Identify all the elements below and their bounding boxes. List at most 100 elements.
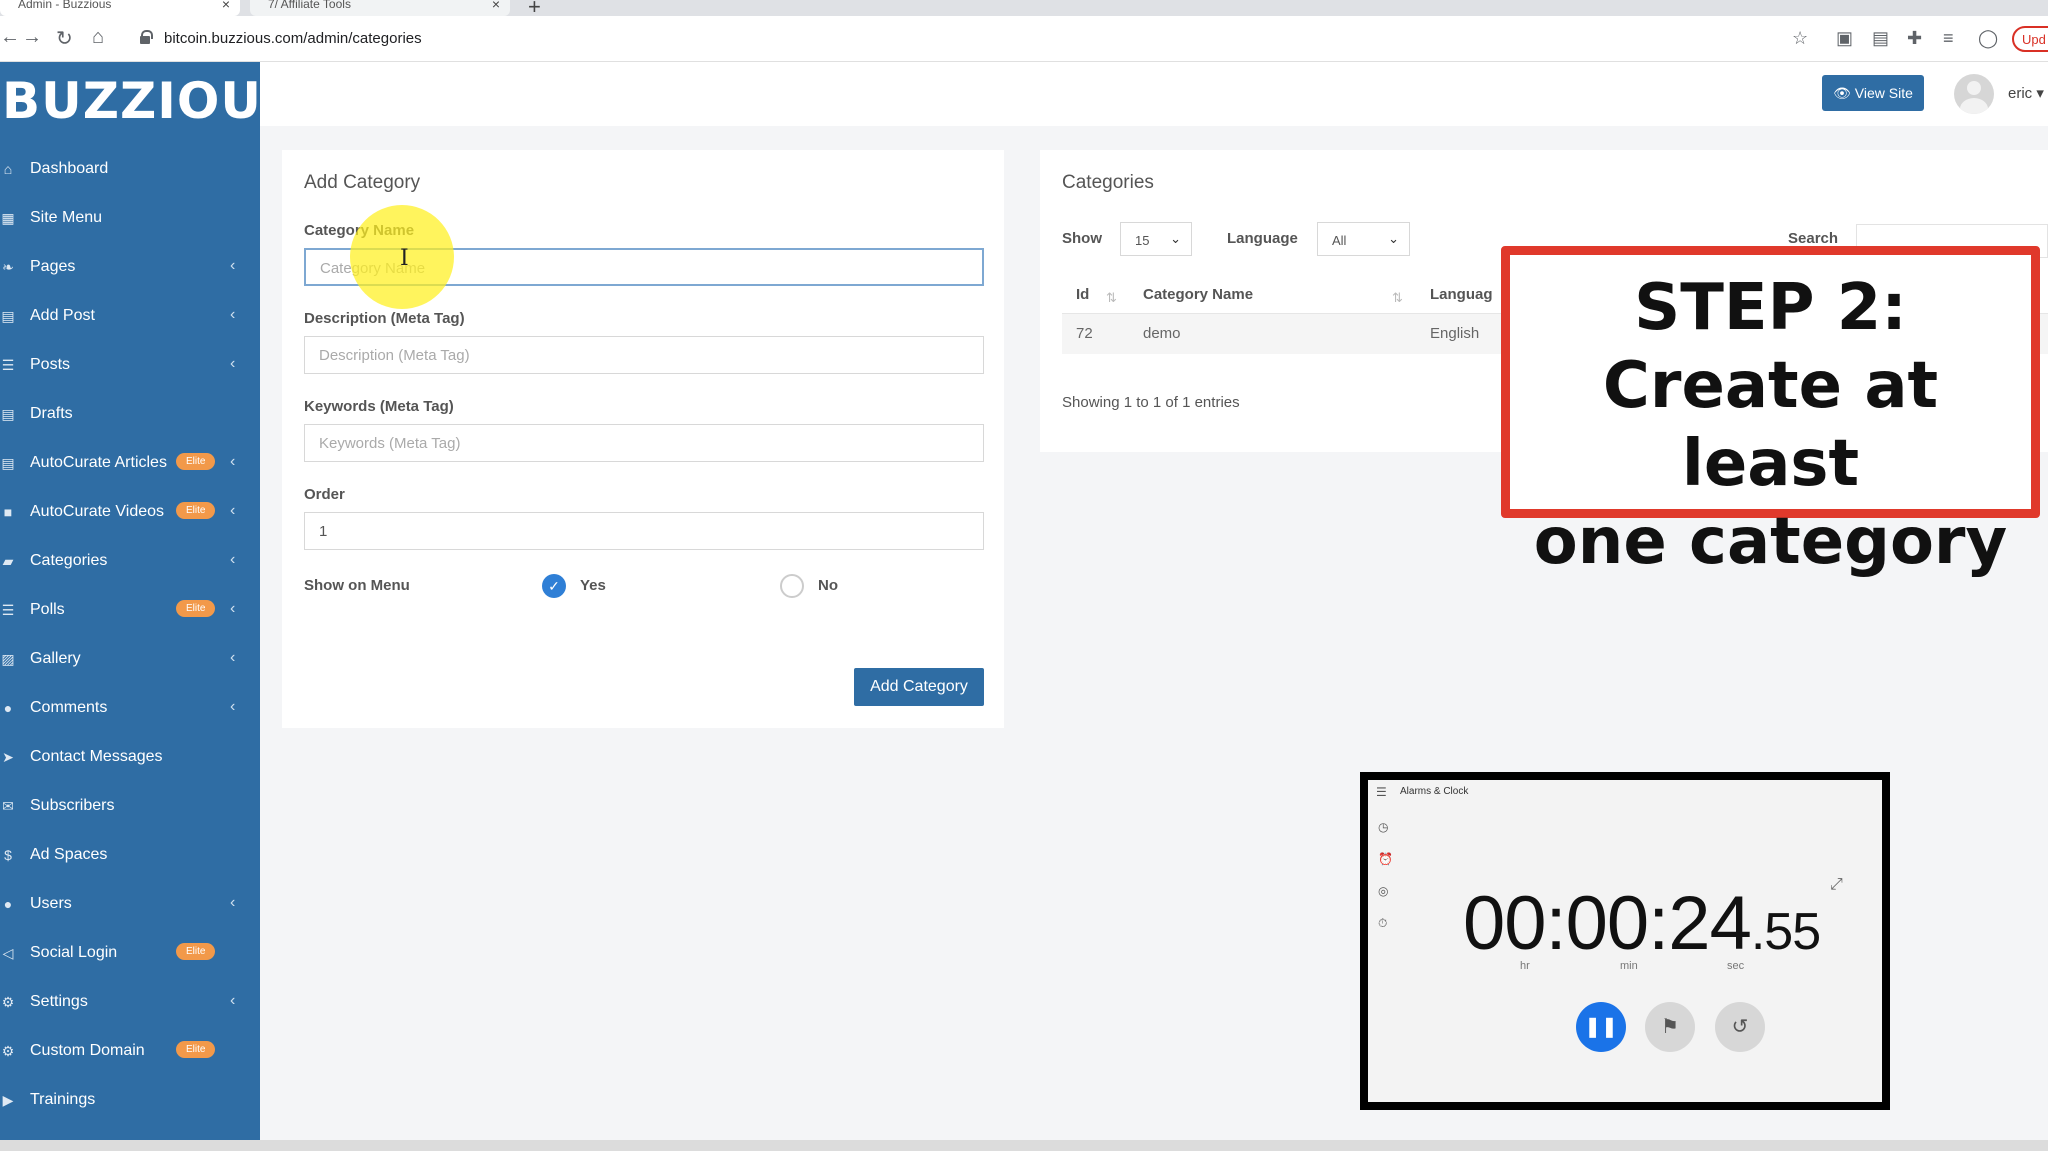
show-label: Show bbox=[1062, 230, 1102, 247]
sidebar-item-label: Drafts bbox=[30, 404, 73, 422]
elite-badge: Elite bbox=[176, 1041, 216, 1058]
file-text-icon: ▤ bbox=[1, 454, 15, 471]
chevron-left-icon: ‹ bbox=[230, 992, 236, 1009]
search-label: Search bbox=[1788, 230, 1839, 247]
keywords-input[interactable]: Keywords (Meta Tag) bbox=[304, 424, 984, 462]
world-clock-icon[interactable]: ◎ bbox=[1378, 884, 1388, 898]
chevron-left-icon: ‹ bbox=[230, 649, 236, 666]
sidebar-item-label: Subscribers bbox=[30, 796, 115, 814]
list-icon: ☰ bbox=[1, 356, 15, 373]
browser-tab[interactable]: Admin - Buzzious × bbox=[0, 0, 240, 16]
language-select[interactable]: All ⌄ bbox=[1317, 222, 1410, 256]
add-category-button[interactable]: Add Category bbox=[854, 668, 984, 706]
sidebar-item-drafts[interactable]: ▤ Drafts bbox=[0, 389, 260, 438]
gear-icon: ⚙ bbox=[1, 1042, 15, 1059]
yes-label: Yes bbox=[580, 577, 606, 594]
show-on-menu-yes-radio[interactable]: ✓ bbox=[542, 574, 566, 598]
close-tab-icon[interactable]: × bbox=[492, 0, 500, 11]
browser-tab-title: 7/ Affiliate Tools bbox=[268, 0, 351, 11]
sidebar-item-settings[interactable]: ⚙ Settings ‹ bbox=[0, 977, 260, 1026]
pause-button[interactable]: ❚❚ bbox=[1576, 1002, 1626, 1052]
url-text: bitcoin.buzzious.com/admin/categories bbox=[164, 30, 422, 47]
star-icon[interactable]: ☆ bbox=[1792, 28, 1808, 49]
stopwatch-window: ☰ Alarms & Clock ◷ ⏰ ◎ ⏱ ⤢ 00:00:24.55 h… bbox=[1368, 780, 1882, 1102]
description-input[interactable]: Description (Meta Tag) bbox=[304, 336, 984, 374]
sidebar-item-trainings[interactable]: ▶ Trainings bbox=[0, 1075, 260, 1124]
column-header-category-name[interactable]: Category Name bbox=[1143, 286, 1253, 303]
sidebar-item-dashboard[interactable]: ⌂ Dashboard bbox=[0, 144, 260, 193]
row-category-name: demo bbox=[1143, 325, 1181, 342]
language-value: All bbox=[1332, 233, 1347, 248]
close-tab-icon[interactable]: × bbox=[222, 0, 230, 11]
lap-button[interactable]: ⚑ bbox=[1645, 1002, 1695, 1052]
browser-tab[interactable]: 7/ Affiliate Tools × bbox=[250, 0, 510, 16]
home-icon[interactable]: ⌂ bbox=[92, 26, 104, 49]
brand-logo[interactable]: BUZZIOUS bbox=[0, 72, 260, 142]
reset-button[interactable]: ↺ bbox=[1715, 1002, 1765, 1052]
show-on-menu-no-radio[interactable] bbox=[780, 574, 804, 598]
puzzle-icon[interactable]: ✚ bbox=[1907, 28, 1922, 49]
extension-icon[interactable]: ▣ bbox=[1836, 28, 1853, 49]
language-label: Language bbox=[1227, 230, 1298, 247]
expand-icon[interactable]: ⤢ bbox=[1830, 876, 1843, 894]
keywords-label: Keywords (Meta Tag) bbox=[304, 398, 454, 415]
hamburger-icon[interactable]: ☰ bbox=[1376, 785, 1387, 799]
chevron-left-icon: ‹ bbox=[230, 502, 236, 519]
sidebar-item-autocurate-videos[interactable]: ■ AutoCurate Videos Elite ‹ bbox=[0, 487, 260, 536]
facebook-icon[interactable]: ▤ bbox=[1872, 28, 1889, 49]
comments-icon: ● bbox=[3, 699, 13, 716]
sidebar-item-users[interactable]: ● Users ‹ bbox=[0, 879, 260, 928]
alarm-icon[interactable]: ⏰ bbox=[1378, 852, 1393, 866]
reset-icon: ↺ bbox=[1731, 1016, 1749, 1038]
column-header-id[interactable]: Id bbox=[1076, 286, 1089, 303]
checkmark-icon: ✓ bbox=[548, 578, 560, 594]
update-button[interactable]: Upd bbox=[2012, 26, 2048, 52]
reload-icon[interactable]: ↻ bbox=[56, 26, 73, 51]
file-icon: ▤ bbox=[1, 307, 15, 324]
sidebar-item-autocurate-articles[interactable]: ▤ AutoCurate Articles Elite ‹ bbox=[0, 438, 260, 487]
sidebar-item-label: Add Post bbox=[30, 306, 95, 324]
profile-icon[interactable]: ◯ bbox=[1978, 28, 1998, 49]
column-header-language[interactable]: Languag bbox=[1430, 286, 1493, 303]
sidebar-item-pages[interactable]: ❧ Pages ‹ bbox=[0, 242, 260, 291]
sidebar-item-categories[interactable]: ▰ Categories ‹ bbox=[0, 536, 260, 585]
forward-icon[interactable]: → bbox=[22, 26, 42, 49]
sidebar-item-polls[interactable]: ☰ Polls Elite ‹ bbox=[0, 585, 260, 634]
user-menu[interactable]: eric ▾ bbox=[2008, 84, 2044, 102]
timer-icon[interactable]: ◷ bbox=[1378, 820, 1388, 834]
dollar-icon: $ bbox=[4, 846, 12, 863]
order-input[interactable]: 1 bbox=[304, 512, 984, 550]
step-text-line: one category bbox=[1533, 505, 2008, 579]
stopwatch-overlay: ☰ Alarms & Clock ◷ ⏰ ◎ ⏱ ⤢ 00:00:24.55 h… bbox=[1360, 772, 1890, 1110]
stopwatch-time-fraction: .55 bbox=[1750, 903, 1821, 961]
url-field[interactable]: bitcoin.buzzious.com/admin/categories bbox=[134, 23, 1784, 55]
sidebar-item-label: Settings bbox=[30, 992, 88, 1010]
chevron-left-icon: ‹ bbox=[230, 894, 236, 911]
sidebar-item-label: Categories bbox=[30, 551, 108, 569]
sort-icon[interactable]: ⇅ bbox=[1106, 290, 1117, 306]
sidebar-item-ad-spaces[interactable]: $ Ad Spaces bbox=[0, 830, 260, 879]
stopwatch-icon[interactable]: ⏱ bbox=[1378, 916, 1387, 931]
sidebar-item-subscribers[interactable]: ✉ Subscribers bbox=[0, 781, 260, 830]
sidebar-item-gallery[interactable]: ▨ Gallery ‹ bbox=[0, 634, 260, 683]
back-icon[interactable]: ← bbox=[0, 26, 20, 49]
avatar[interactable] bbox=[1954, 74, 1994, 114]
caret-down-icon: ▾ bbox=[2036, 85, 2044, 102]
sidebar-item-social-login[interactable]: ◁ Social Login Elite bbox=[0, 928, 260, 977]
chevron-left-icon: ‹ bbox=[230, 600, 236, 617]
play-circle-icon: ▶ bbox=[2, 1091, 14, 1108]
username-label: eric bbox=[2008, 85, 2033, 102]
sidebar-item-posts[interactable]: ☰ Posts ‹ bbox=[0, 340, 260, 389]
share-icon: ◁ bbox=[2, 944, 14, 961]
eye-icon: 👁 bbox=[1833, 85, 1851, 101]
sidebar-item-contact-messages[interactable]: ➤ Contact Messages bbox=[0, 732, 260, 781]
sidebar-item-custom-domain[interactable]: ⚙ Custom Domain Elite bbox=[0, 1026, 260, 1075]
sidebar-item-add-post[interactable]: ▤ Add Post ‹ bbox=[0, 291, 260, 340]
sidebar-item-site-menu[interactable]: ▦ Site Menu bbox=[0, 193, 260, 242]
grid-icon: ▦ bbox=[1, 209, 15, 226]
sidebar-item-comments[interactable]: ● Comments ‹ bbox=[0, 683, 260, 732]
sort-icon[interactable]: ⇅ bbox=[1392, 290, 1403, 306]
view-site-button[interactable]: 👁 View Site bbox=[1822, 75, 1924, 111]
show-entries-select[interactable]: 15 ⌄ bbox=[1120, 222, 1192, 256]
playlist-icon[interactable]: ≡ bbox=[1943, 28, 1954, 49]
